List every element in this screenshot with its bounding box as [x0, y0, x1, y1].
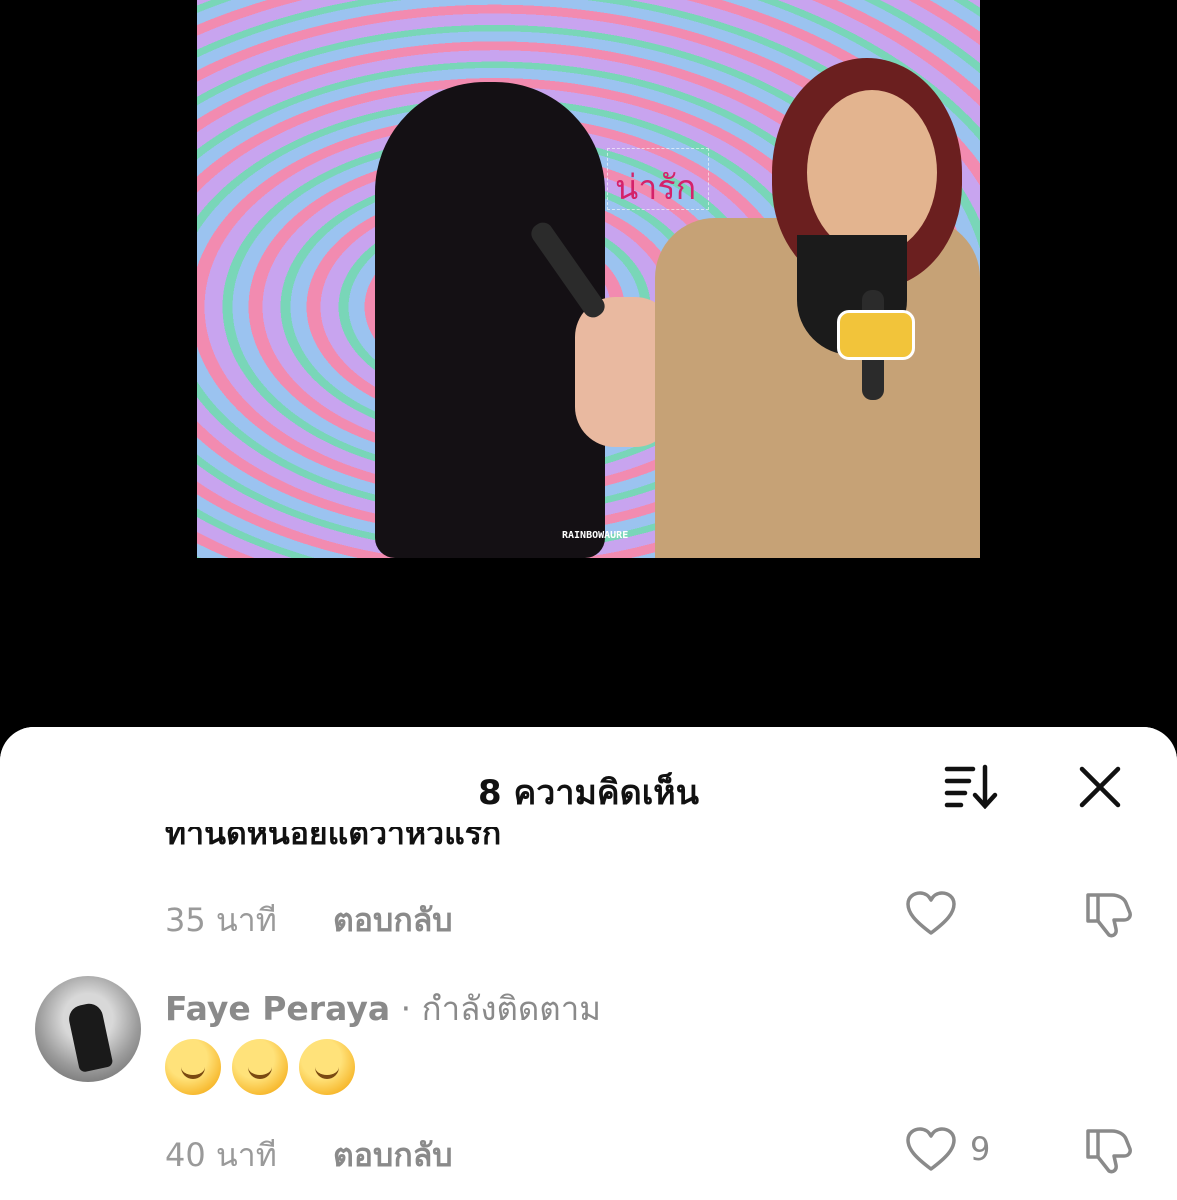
thumbs-down-icon[interactable]: [1082, 887, 1134, 939]
close-icon[interactable]: [1078, 765, 1122, 809]
comment-time: 35 นาที: [165, 901, 277, 939]
avatar-silhouette: [66, 1001, 114, 1073]
person-right-face: [807, 90, 937, 255]
video-watermark: RAINBOWAURE: [562, 530, 629, 541]
reply-button[interactable]: ตอบกลับ: [333, 895, 453, 946]
following-status: · กำลังติดตาม: [400, 989, 602, 1028]
face-with-peeking-eye-icon: [165, 1039, 221, 1095]
comment-author[interactable]: Faye Peraya: [165, 989, 390, 1028]
comments-header: 8 ความคิดเห็น: [0, 727, 1177, 827]
person-left: [375, 82, 675, 558]
face-with-hand-over-mouth-icon: [299, 1039, 356, 1095]
comment-meta-row: 35 นาที ตอบกลับ: [165, 891, 1145, 939]
comment-header: Faye Peraya · กำลังติดตาม: [165, 982, 601, 1035]
heart-icon[interactable]: [905, 1127, 957, 1173]
sort-descending-icon[interactable]: [943, 763, 999, 809]
avatar[interactable]: [35, 976, 141, 1082]
grinning-face-with-sweat-icon: [232, 1039, 289, 1095]
like-count: 9: [970, 1130, 991, 1168]
microphone-badge: [837, 310, 915, 360]
video-player[interactable]: น่ารัก RAINBOWAURE: [0, 0, 1177, 735]
video-text-overlay: น่ารัก: [615, 168, 697, 208]
video-frame[interactable]: น่ารัก RAINBOWAURE: [197, 0, 980, 558]
comment-emoji-text: [165, 1039, 361, 1095]
comment-meta-row: 40 นาที ตอบกลับ 9: [165, 1127, 1145, 1174]
comments-sheet: 8 ความคิดเห็น ทำนิดหน่อยแต่ว่าหัวแรก 35 …: [0, 727, 1177, 1200]
heart-icon[interactable]: [905, 891, 957, 937]
comment-time: 40 นาที: [165, 1136, 277, 1174]
thumbs-down-icon[interactable]: [1082, 1123, 1134, 1175]
reply-button[interactable]: ตอบกลับ: [333, 1130, 453, 1181]
comments-title: 8 ความคิดเห็น: [478, 773, 699, 813]
